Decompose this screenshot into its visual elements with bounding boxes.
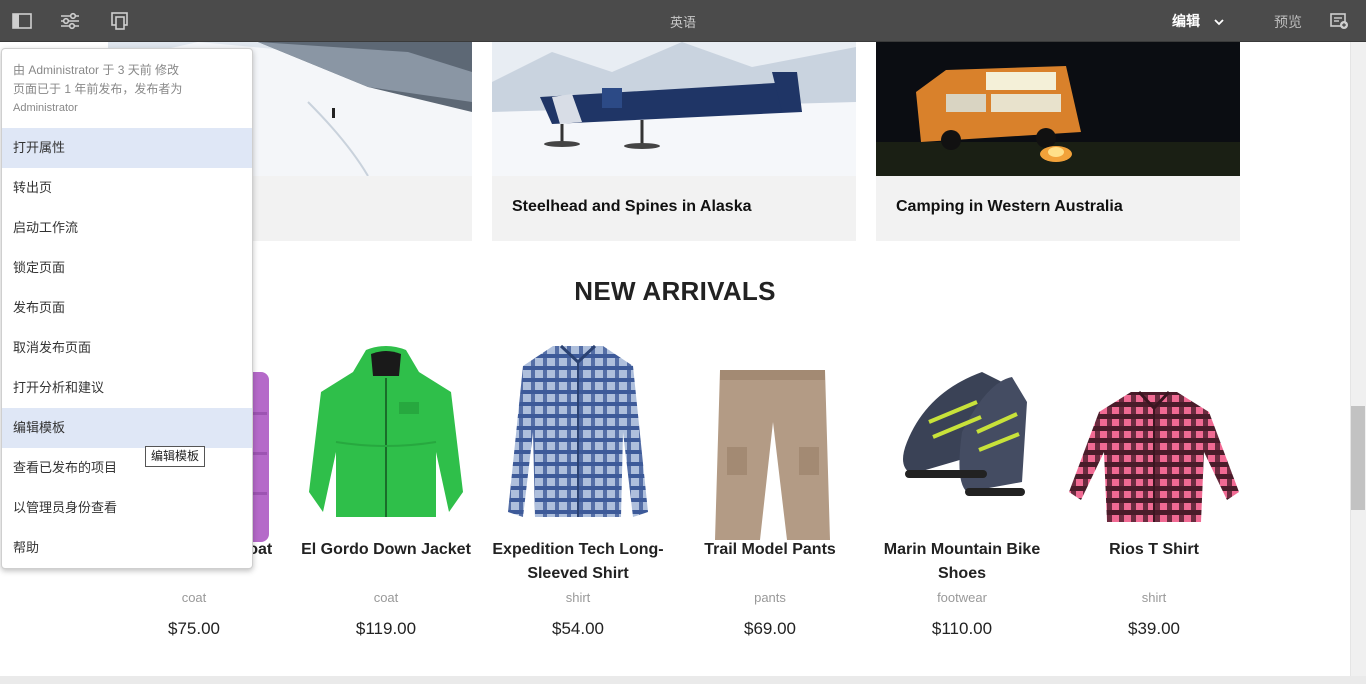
side-panel-icon[interactable]: [10, 9, 34, 33]
published-info: 页面已于 1 年前发布，发布者为: [13, 82, 183, 96]
product-price: $39.00: [1128, 619, 1180, 638]
horizontal-scrollbar[interactable]: [0, 676, 1366, 684]
product-category: shirt: [565, 590, 591, 605]
product-category: coat: [373, 590, 399, 605]
mode-selector[interactable]: 编辑: [1172, 11, 1224, 31]
menu-item-analytics-recommendations[interactable]: 打开分析和建议: [2, 368, 252, 408]
product-name[interactable]: Marin Mountain Bike Shoes: [867, 538, 1057, 586]
menu-item-help[interactable]: 帮助: [2, 528, 252, 568]
emulator-icon[interactable]: [108, 9, 132, 33]
vertical-scrollbar[interactable]: [1350, 42, 1366, 676]
product-price: $110.00: [931, 619, 993, 638]
menu-item-view-as-admin[interactable]: 以管理员身份查看: [2, 488, 252, 528]
product-category: footwear: [937, 590, 987, 605]
product-category: coat: [181, 590, 207, 605]
editor-toolbar: 英语 编辑 预览: [0, 0, 1366, 42]
product-name[interactable]: Expedition Tech Long-Sleeved Shirt: [483, 538, 673, 586]
tooltip-edit-template: 编辑模板: [145, 446, 206, 467]
product-name[interactable]: El Gordo Down Jacket: [291, 538, 481, 562]
product-image-jacket: [291, 342, 481, 542]
product-image-pants: [675, 342, 865, 542]
product-category: shirt: [1141, 590, 1167, 605]
story-image-camper-van: [876, 42, 1240, 176]
published-by: Administrator: [13, 102, 78, 114]
story-caption: Camping in Western Australia: [896, 198, 1123, 215]
product-name[interactable]: Trail Model Pants: [675, 538, 865, 562]
menu-item-open-properties[interactable]: 打开属性: [2, 128, 252, 168]
story-caption: Steelhead and Spines in Alaska: [512, 198, 752, 215]
vertical-scrollbar-thumb[interactable]: [1351, 406, 1365, 510]
page-info-menu: 由 Administrator 于 3 天前 修改 页面已于 1 年前发布，发布…: [1, 48, 253, 569]
product-price: $119.00: [355, 619, 417, 638]
page-properties-icon[interactable]: [58, 9, 82, 33]
product-name[interactable]: Rios T Shirt: [1059, 538, 1249, 562]
product-image-rios-shirt: [1059, 342, 1249, 542]
menu-item-lock-page[interactable]: 锁定页面: [2, 248, 252, 288]
page-title: 英语: [669, 15, 696, 30]
product-image-shirt: [483, 342, 673, 542]
annotations-icon[interactable]: [1327, 9, 1351, 33]
modified-info: 由 Administrator 于 3 天前 修改: [13, 63, 180, 77]
product-price: $75.00: [168, 619, 220, 638]
story-image-plane: [492, 42, 856, 176]
mode-label: 编辑: [1172, 13, 1200, 29]
menu-item-rollout-page[interactable]: 转出页: [2, 168, 252, 208]
menu-item-view-as-published[interactable]: 查看已发布的项目: [2, 448, 252, 488]
chevron-down-icon: [1214, 13, 1224, 29]
menu-item-publish-page[interactable]: 发布页面: [2, 288, 252, 328]
story-card[interactable]: Steelhead and Spines in Alaska: [492, 42, 856, 241]
product-image-shoes: [867, 342, 1057, 542]
product-price: $54.00: [552, 619, 604, 638]
product-category: pants: [754, 590, 786, 605]
preview-button[interactable]: 预览: [1274, 12, 1302, 32]
product-price: $69.00: [744, 619, 796, 638]
page-info-text: 由 Administrator 于 3 天前 修改 页面已于 1 年前发布，发布…: [13, 61, 245, 118]
story-card[interactable]: Camping in Western Australia: [876, 42, 1240, 241]
menu-item-edit-template[interactable]: 编辑模板: [2, 408, 252, 448]
menu-item-unpublish-page[interactable]: 取消发布页面: [2, 328, 252, 368]
menu-item-start-workflow[interactable]: 启动工作流: [2, 208, 252, 248]
